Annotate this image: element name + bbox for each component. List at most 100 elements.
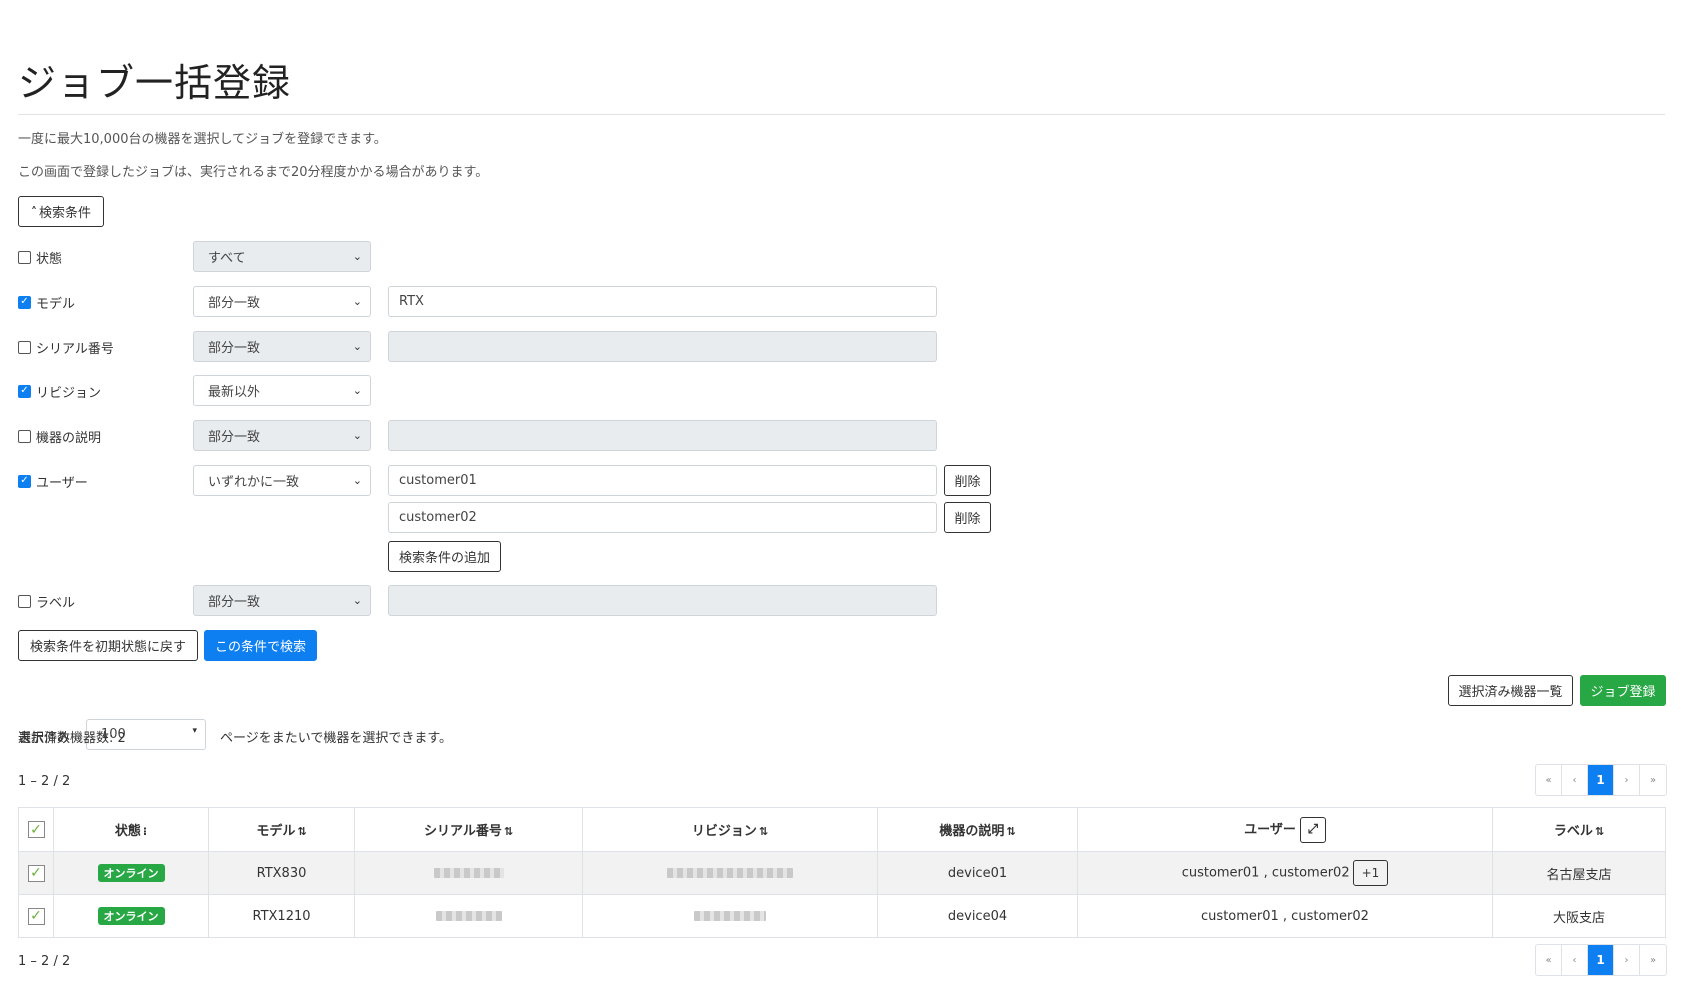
header-label: 状態	[114, 824, 141, 839]
user-list: customer01 , customer02	[1201, 908, 1369, 924]
table-row[interactable]: ✓ オンライン RTX830 device01 customer01 , cus…	[18, 851, 1666, 895]
checkbox-box[interactable]: ✓	[18, 474, 31, 488]
checkbox-box[interactable]	[18, 594, 31, 608]
selected-devices-list-button[interactable]: 選択済み機器一覧	[1448, 675, 1573, 706]
condition-description-input[interactable]	[388, 420, 937, 451]
cell-description: device04	[877, 894, 1078, 938]
select-value: 部分一致	[208, 341, 261, 356]
result-range-top: 1 – 2 / 2	[18, 774, 71, 789]
page-1-button[interactable]: 1	[1588, 945, 1614, 975]
select-value: いずれかに一致	[208, 475, 300, 490]
condition-label-select[interactable]: 部分一致 ⌄	[193, 585, 371, 616]
table-header-row: ✓ 状態 ⁝ モデル ⇅ シリアル番号 ⇅ リビジョン ⇅ 機器の説明 ⇅ ユーザー ⤢ ラ…	[18, 807, 1666, 852]
cell-revision	[582, 894, 878, 938]
pagination-bottom: « ‹ 1 › »	[1535, 944, 1667, 976]
more-users-button[interactable]: +1	[1352, 860, 1389, 886]
header-label-col[interactable]: ラベル ⇅	[1492, 807, 1666, 852]
header-description[interactable]: 機器の説明 ⇅	[877, 807, 1078, 852]
header-status[interactable]: 状態 ⁝	[53, 807, 209, 852]
condition-description-label: 機器の説明	[36, 430, 102, 446]
header-label: リビジョン	[691, 824, 757, 839]
condition-model-select[interactable]: 部分一致 ⌄	[193, 286, 371, 317]
condition-description-select[interactable]: 部分一致 ⌄	[193, 420, 371, 451]
add-condition-button[interactable]: 検索条件の追加	[388, 541, 501, 572]
condition-model-input[interactable]: RTX	[388, 286, 937, 317]
header-revision[interactable]: リビジョン ⇅	[582, 807, 878, 852]
condition-status-label: 状態	[36, 251, 63, 267]
condition-label-input[interactable]	[388, 585, 937, 616]
checkbox-box[interactable]: ✓	[18, 295, 31, 309]
redacted-revision	[694, 911, 766, 921]
header-model[interactable]: モデル ⇅	[208, 807, 355, 852]
last-page-button[interactable]: »	[1640, 945, 1666, 975]
condition-user-checkbox[interactable]: ✓ ユーザー	[18, 472, 88, 491]
header-select-all[interactable]: ✓	[18, 807, 54, 852]
header-label: シリアル番号	[423, 824, 502, 839]
register-job-button[interactable]: ジョブ登録	[1580, 675, 1666, 706]
header-label: モデル	[256, 824, 296, 839]
cell-model: RTX1210	[208, 894, 355, 938]
chevron-down-icon: ⌄	[352, 384, 362, 397]
table-row[interactable]: ✓ オンライン RTX1210 device04 customer01 , cu…	[18, 894, 1666, 938]
search-button[interactable]: この条件で検索	[204, 630, 317, 661]
cell-revision	[582, 851, 878, 895]
first-page-button[interactable]: «	[1536, 765, 1562, 795]
input-value: customer02	[399, 510, 477, 525]
row-checkbox[interactable]: ✓	[27, 907, 45, 925]
cell-serial	[354, 851, 583, 895]
condition-model-checkbox[interactable]: ✓ モデル	[18, 293, 76, 312]
condition-description-checkbox[interactable]: 機器の説明	[18, 427, 102, 446]
sort-icon: ⇅	[297, 825, 307, 838]
sort-list-icon: ⁝	[142, 825, 148, 838]
condition-revision-checkbox[interactable]: ✓ リビジョン	[18, 382, 101, 401]
cell-user: customer01 , customer02	[1077, 894, 1493, 938]
checkbox-box[interactable]	[18, 429, 31, 443]
condition-model-label: モデル	[36, 296, 76, 312]
chevron-down-icon: ⌄	[352, 429, 362, 442]
condition-serial-select[interactable]: 部分一致 ⌄	[193, 331, 371, 362]
checkbox-box[interactable]	[18, 250, 31, 264]
condition-label-checkbox[interactable]: ラベル	[18, 592, 75, 611]
page-description-1: 一度に最大10,000台の機器を選択してジョブを登録できます。	[18, 132, 387, 147]
condition-user-select[interactable]: いずれかに一致 ⌄	[193, 465, 371, 496]
header-serial[interactable]: シリアル番号 ⇅	[354, 807, 583, 852]
redacted-serial	[433, 868, 504, 878]
search-conditions-toggle-button[interactable]: ˄ 検索条件	[18, 196, 104, 227]
condition-user-label: ユーザー	[36, 475, 88, 491]
condition-user-input-2[interactable]: customer02	[388, 502, 937, 533]
row-checkbox[interactable]: ✓	[27, 864, 45, 882]
cell-serial	[354, 894, 583, 938]
checkbox-box[interactable]: ✓	[18, 384, 31, 398]
condition-status-select[interactable]: すべて ⌄	[193, 241, 371, 272]
user-delete-button-1[interactable]: 削除	[944, 465, 991, 496]
redacted-revision	[667, 868, 793, 878]
next-page-button[interactable]: ›	[1614, 945, 1640, 975]
input-value: customer01	[399, 473, 477, 488]
condition-serial-checkbox[interactable]: シリアル番号	[18, 338, 114, 357]
next-page-button[interactable]: ›	[1614, 765, 1640, 795]
device-table: ✓ 状態 ⁝ モデル ⇅ シリアル番号 ⇅ リビジョン ⇅ 機器の説明 ⇅ ユーザー ⤢ ラ…	[18, 807, 1666, 938]
chevron-down-icon: ⌄	[352, 474, 362, 487]
chevron-down-icon: ⌄	[352, 250, 362, 263]
prev-page-button[interactable]: ‹	[1562, 765, 1588, 795]
select-all-checkbox[interactable]: ✓	[27, 821, 45, 838]
chevron-down-icon: ⌄	[352, 340, 362, 353]
sort-icon: ⇅	[503, 825, 514, 838]
condition-revision-select[interactable]: 最新以外 ⌄	[193, 375, 371, 406]
pagination-top: « ‹ 1 › »	[1535, 764, 1667, 796]
condition-user-input-1[interactable]: customer01	[388, 465, 937, 496]
last-page-button[interactable]: »	[1640, 765, 1666, 795]
condition-status-checkbox[interactable]: 状態	[18, 248, 63, 267]
chevron-up-icon: ˄	[30, 204, 37, 219]
prev-page-button[interactable]: ‹	[1562, 945, 1588, 975]
checkbox-box[interactable]	[18, 340, 31, 354]
condition-serial-input[interactable]	[388, 331, 937, 362]
first-page-button[interactable]: «	[1536, 945, 1562, 975]
cell-description: device01	[877, 851, 1078, 895]
reset-conditions-button[interactable]: 検索条件を初期状態に戻す	[18, 630, 198, 661]
expand-icon[interactable]: ⤢	[1299, 816, 1326, 843]
chevron-down-icon: ⌄	[352, 295, 362, 308]
status-badge: オンライン	[97, 864, 165, 882]
page-1-button[interactable]: 1	[1588, 765, 1614, 795]
user-delete-button-2[interactable]: 削除	[944, 502, 991, 533]
